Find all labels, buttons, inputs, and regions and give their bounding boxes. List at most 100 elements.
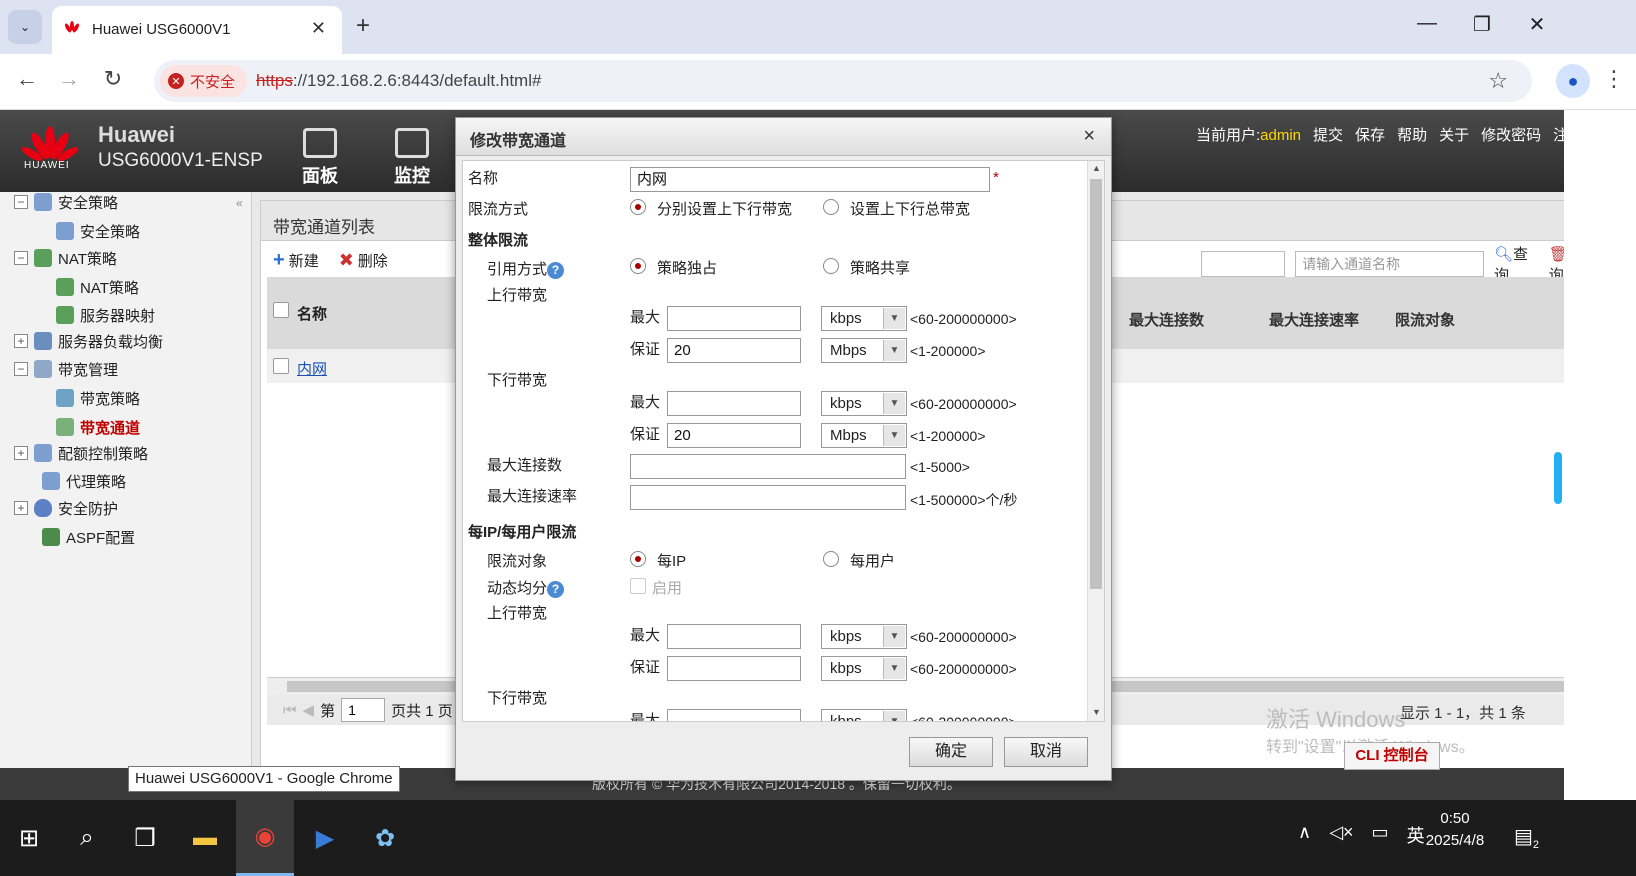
change-password-link[interactable]: 修改密码 bbox=[1481, 124, 1541, 145]
sidebar-item-security-policy[interactable]: − 安全策略 bbox=[14, 189, 118, 215]
bookmark-star-icon[interactable]: ☆ bbox=[1488, 68, 1508, 94]
mode-separate-radio[interactable] bbox=[630, 199, 646, 215]
sidebar-item-security-protection[interactable]: + 安全防护 bbox=[14, 495, 118, 521]
menu-kebab-icon[interactable]: ⋮ bbox=[1603, 66, 1625, 92]
sidebar-item-aspf[interactable]: ASPF配置 bbox=[42, 524, 135, 550]
down-guar-input[interactable]: 20 bbox=[667, 423, 801, 448]
expand-icon[interactable]: + bbox=[14, 446, 28, 460]
restore-icon[interactable]: ❐ bbox=[1467, 12, 1497, 37]
sidebar-item-security-policy-sub[interactable]: 安全策略 bbox=[56, 218, 140, 244]
file-explorer-icon[interactable]: ▬ bbox=[176, 800, 234, 876]
side-scroll-indicator[interactable] bbox=[1554, 452, 1562, 504]
up-max-input[interactable] bbox=[667, 306, 801, 331]
ip-up-guar-unit-select[interactable]: kbps ▼ bbox=[821, 656, 907, 681]
sidebar-item-bandwidth[interactable]: − 带宽管理 bbox=[14, 356, 118, 382]
ip-up-max-unit-select[interactable]: kbps ▼ bbox=[821, 624, 907, 649]
cancel-button[interactable]: 取消 bbox=[1004, 737, 1088, 767]
row-checkbox[interactable] bbox=[273, 358, 289, 374]
down-max-input[interactable] bbox=[667, 391, 801, 416]
col-max-rate-header[interactable]: 最大连接速率 bbox=[1269, 309, 1359, 330]
save-link[interactable]: 保存 bbox=[1355, 124, 1385, 145]
mode-total-radio[interactable] bbox=[823, 199, 839, 215]
expand-icon[interactable]: + bbox=[14, 334, 28, 348]
up-guar-unit-select[interactable]: Mbps ▼ bbox=[821, 338, 907, 363]
minimize-icon[interactable]: — bbox=[1412, 12, 1442, 35]
search-field-select[interactable] bbox=[1201, 251, 1286, 277]
collapse-icon[interactable]: − bbox=[14, 251, 28, 265]
windows-start-icon[interactable]: ⊞ bbox=[0, 800, 58, 876]
help-icon[interactable]: ? bbox=[547, 580, 565, 598]
tray-chevron-icon[interactable]: ∧ bbox=[1298, 822, 1311, 848]
down-max-unit-select[interactable]: kbps ▼ bbox=[821, 391, 907, 416]
down-guar-unit-select[interactable]: Mbps ▼ bbox=[821, 423, 907, 448]
sidebar-item-server-mapping[interactable]: 服务器映射 bbox=[56, 302, 155, 328]
tab-close-icon[interactable]: ✕ bbox=[311, 18, 326, 39]
col-target-header[interactable]: 限流对象 bbox=[1395, 309, 1455, 330]
col-max-conn-header[interactable]: 最大连接数 bbox=[1129, 309, 1204, 330]
scroll-thumb[interactable] bbox=[1090, 179, 1102, 589]
url-text[interactable]: https://192.168.2.6:8443/default.html# bbox=[256, 71, 541, 91]
new-tab-icon[interactable]: + bbox=[356, 12, 370, 40]
up-max-unit-select[interactable]: kbps ▼ bbox=[821, 306, 907, 331]
forward-icon[interactable]: → bbox=[54, 66, 84, 92]
profile-avatar-icon[interactable]: ● bbox=[1556, 64, 1590, 98]
dialog-vertical-scrollbar[interactable]: ▲ ▼ bbox=[1087, 161, 1104, 721]
help-link[interactable]: 帮助 bbox=[1397, 124, 1427, 145]
prev-page-icon[interactable]: ◀ bbox=[303, 701, 315, 719]
sidebar-item-server-lb[interactable]: + 服务器负载均衡 bbox=[14, 328, 163, 354]
ref-shared-radio[interactable] bbox=[823, 258, 839, 274]
clock[interactable]: 0:50 2025/4/8 bbox=[1410, 800, 1500, 852]
close-window-icon[interactable]: ✕ bbox=[1522, 12, 1552, 37]
scroll-down-icon[interactable]: ▼ bbox=[1092, 707, 1101, 717]
ip-up-max-input[interactable] bbox=[667, 624, 801, 649]
collapse-icon[interactable]: − bbox=[14, 362, 28, 376]
ip-down-max-unit-select[interactable]: kbps ▼ bbox=[821, 709, 907, 721]
dialog-close-icon[interactable]: × bbox=[1083, 125, 1095, 148]
security-chip[interactable]: ✕ 不安全 bbox=[160, 65, 248, 97]
help-icon[interactable]: ? bbox=[547, 261, 565, 279]
ip-down-max-input[interactable] bbox=[667, 709, 801, 721]
sidebar-item-quota[interactable]: + 配额控制策略 bbox=[14, 440, 148, 466]
ensp-icon[interactable]: ✿ bbox=[356, 800, 414, 876]
page-number-input[interactable] bbox=[341, 698, 386, 722]
chrome-icon[interactable]: ◉ bbox=[236, 800, 294, 876]
back-icon[interactable]: ← bbox=[12, 66, 42, 92]
name-input[interactable]: 内网 bbox=[630, 167, 990, 192]
tab-search-button[interactable]: ⌄ bbox=[8, 10, 42, 44]
select-all-checkbox[interactable] bbox=[273, 302, 289, 318]
search-icon[interactable]: ⌕ bbox=[58, 800, 116, 876]
col-name-header[interactable]: 名称 bbox=[297, 303, 327, 324]
about-link[interactable]: 关于 bbox=[1439, 124, 1469, 145]
sidebar-item-nat-policy[interactable]: − NAT策略 bbox=[14, 245, 117, 271]
omnibox[interactable]: ✕ 不安全 https://192.168.2.6:8443/default.h… bbox=[154, 60, 1532, 102]
ok-button[interactable]: 确定 bbox=[909, 737, 993, 767]
collapse-icon[interactable]: − bbox=[14, 195, 28, 209]
dyn-enable-checkbox[interactable] bbox=[630, 578, 646, 594]
expand-icon[interactable]: + bbox=[14, 501, 28, 515]
ip-up-guar-input[interactable] bbox=[667, 656, 801, 681]
sidebar-item-proxy-policy[interactable]: 代理策略 bbox=[42, 468, 126, 494]
submit-link[interactable]: 提交 bbox=[1313, 124, 1343, 145]
volume-muted-icon[interactable]: ◁× bbox=[1329, 822, 1353, 848]
target-peruser-radio[interactable] bbox=[823, 551, 839, 567]
search-input[interactable]: 请输入通道名称 bbox=[1295, 251, 1484, 277]
up-guar-input[interactable]: 20 bbox=[667, 338, 801, 363]
cli-console-button[interactable]: CLI 控制台 bbox=[1344, 742, 1440, 770]
scroll-up-icon[interactable]: ▲ bbox=[1092, 163, 1101, 173]
first-page-icon[interactable]: ⏮ bbox=[283, 702, 297, 719]
reload-icon[interactable]: ↻ bbox=[98, 66, 128, 92]
sidebar-item-bandwidth-policy[interactable]: 带宽策略 bbox=[56, 385, 140, 411]
target-perip-radio[interactable] bbox=[630, 551, 646, 567]
ref-exclusive-radio[interactable] bbox=[630, 258, 646, 274]
sidebar-item-nat-policy-sub[interactable]: NAT策略 bbox=[56, 274, 139, 300]
nav-monitor[interactable]: 监控 bbox=[382, 128, 442, 188]
new-button[interactable]: + 新建 bbox=[273, 249, 319, 272]
delete-button[interactable]: ✖ 删除 bbox=[339, 249, 388, 272]
network-icon[interactable]: ▭ bbox=[1372, 822, 1389, 848]
powershell-icon[interactable]: ▶ bbox=[296, 800, 354, 876]
collapse-sidebar-icon[interactable]: « bbox=[236, 196, 243, 210]
nav-dashboard[interactable]: 面板 bbox=[290, 128, 350, 188]
task-view-icon[interactable]: ❒ bbox=[116, 800, 174, 876]
browser-tab[interactable]: Huawei USG6000V1 ✕ bbox=[52, 6, 342, 54]
max-rate-input[interactable] bbox=[630, 485, 906, 510]
